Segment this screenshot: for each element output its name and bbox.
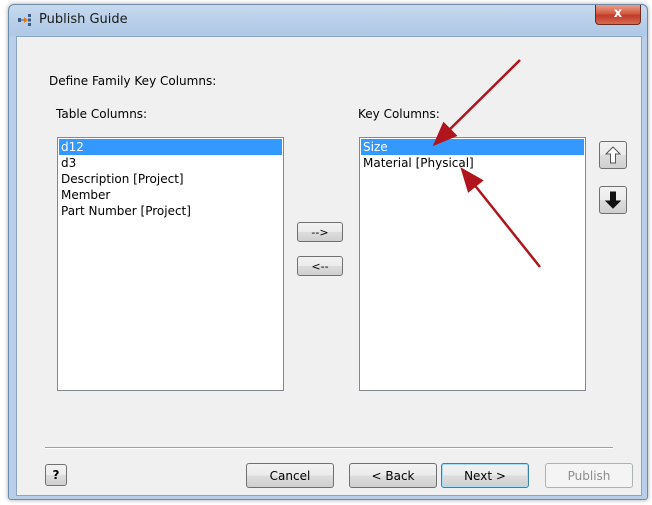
key-columns-label: Key Columns: <box>358 107 440 121</box>
dialog-content: Define Family Key Columns: Table Columns… <box>16 36 642 496</box>
help-button[interactable]: ? <box>45 464 67 486</box>
table-column-item[interactable]: Member <box>59 187 282 203</box>
publish-guide-dialog: Publish Guide x Define Family Key Column… <box>8 4 648 500</box>
footer-separator <box>45 447 613 449</box>
move-up-button[interactable] <box>599 141 627 169</box>
table-column-item[interactable]: Description [Project] <box>59 171 282 187</box>
dialog-title: Publish Guide <box>39 12 128 27</box>
back-button[interactable]: < Back <box>349 463 437 488</box>
key-column-item[interactable]: Material [Physical] <box>361 155 584 171</box>
remove-key-column-button[interactable]: <-- <box>297 256 343 276</box>
table-columns-label: Table Columns: <box>56 107 148 121</box>
publish-guide-app-icon <box>18 14 31 26</box>
table-column-item[interactable]: d3 <box>59 155 282 171</box>
arrow-up-icon <box>605 146 621 164</box>
arrow-down-icon <box>605 191 621 209</box>
key-column-item[interactable]: Size <box>361 139 584 155</box>
key-columns-listbox[interactable]: Size Material [Physical] <box>359 137 586 391</box>
move-down-button[interactable] <box>599 186 627 214</box>
table-column-item[interactable]: Part Number [Project] <box>59 203 282 219</box>
table-columns-listbox[interactable]: d12 d3 Description [Project] Member Part Num… <box>57 137 284 391</box>
title-bar[interactable]: Publish Guide x <box>9 5 647 37</box>
define-key-columns-heading: Define Family Key Columns: <box>49 74 217 88</box>
table-column-item[interactable]: d12 <box>59 139 282 155</box>
add-key-column-button[interactable]: --> <box>297 222 343 242</box>
next-button[interactable]: Next > <box>441 463 529 488</box>
close-button[interactable]: x <box>595 5 641 25</box>
publish-button[interactable]: Publish <box>545 463 633 488</box>
cancel-button[interactable]: Cancel <box>246 463 334 488</box>
